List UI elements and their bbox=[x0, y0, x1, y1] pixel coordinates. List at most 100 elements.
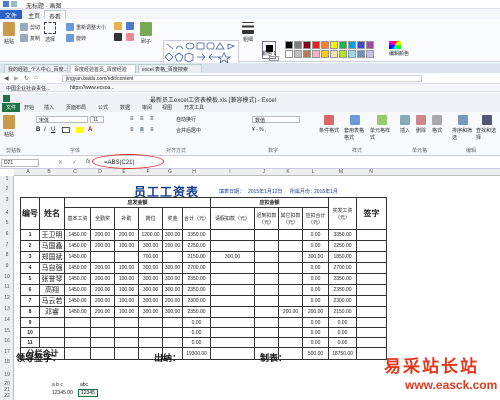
cell-att[interactable] bbox=[90, 251, 115, 263]
align-right-icon[interactable]: ≡ bbox=[150, 127, 154, 133]
column-header[interactable]: M bbox=[326, 169, 356, 175]
cell-att[interactable]: 200.00 bbox=[90, 295, 115, 307]
cell-sub[interactable]: 200.00 bbox=[114, 229, 139, 241]
row-header[interactable]: 5 bbox=[0, 220, 14, 226]
align-middle-icon[interactable]: ≡ bbox=[140, 116, 144, 122]
cell-basic[interactable] bbox=[64, 327, 91, 338]
cell-leave[interactable] bbox=[210, 262, 256, 274]
subtotal-cell[interactable] bbox=[210, 347, 256, 360]
cell-late[interactable] bbox=[254, 240, 280, 252]
cell-dtotal[interactable]: 0.00 bbox=[302, 262, 330, 274]
fill-tool[interactable] bbox=[126, 22, 134, 30]
cell-late[interactable] bbox=[254, 306, 280, 318]
cell-post[interactable]: 700.00 bbox=[138, 251, 163, 263]
cell-bonus[interactable]: 200.00 bbox=[162, 240, 183, 252]
excel-tab[interactable]: 开始 bbox=[24, 104, 34, 111]
cell-total[interactable]: 3350.00 bbox=[181, 229, 212, 241]
row-header[interactable]: 18 bbox=[0, 359, 14, 365]
name-box[interactable]: D21 bbox=[1, 159, 39, 167]
cell-late[interactable] bbox=[254, 229, 280, 241]
cell-no[interactable]: 11 bbox=[20, 337, 40, 348]
cell-other[interactable] bbox=[278, 273, 304, 285]
cell-late[interactable] bbox=[254, 284, 280, 296]
row-header[interactable]: 4 bbox=[0, 210, 14, 216]
cell-name[interactable]: 张誉琴 bbox=[39, 273, 65, 285]
cell-sub[interactable]: 100.00 bbox=[114, 273, 139, 285]
align-bottom-icon[interactable]: ≡ bbox=[150, 116, 154, 122]
cell-leave[interactable] bbox=[210, 306, 256, 318]
forward-icon[interactable]: ▶ bbox=[14, 75, 19, 82]
row-header[interactable]: 17 bbox=[0, 349, 14, 355]
cell-total[interactable]: 0.00 bbox=[181, 327, 212, 338]
cell-bonus[interactable] bbox=[162, 317, 183, 328]
cell-d21-selected[interactable]: 12345 bbox=[78, 389, 98, 397]
color-swatch[interactable] bbox=[321, 50, 329, 58]
cell-post[interactable]: 300.00 bbox=[138, 273, 163, 285]
subtotal-total[interactable]: 19300.00 bbox=[181, 347, 212, 360]
cell-late[interactable] bbox=[254, 317, 280, 328]
color-swatch[interactable] bbox=[294, 41, 302, 49]
column-header[interactable]: D bbox=[88, 169, 112, 175]
favorite-link-1[interactable]: 中国企业社会责任... bbox=[6, 85, 50, 92]
row-header[interactable]: 22 bbox=[0, 393, 14, 399]
excel-paste-button[interactable]: 粘贴 bbox=[3, 115, 15, 138]
cell-basic[interactable] bbox=[64, 337, 91, 348]
cell-leave[interactable] bbox=[210, 327, 256, 338]
cell-no[interactable]: 1 bbox=[20, 229, 40, 241]
row-header[interactable]: 12 bbox=[0, 295, 14, 301]
cell-post[interactable] bbox=[138, 317, 163, 328]
row-header[interactable]: 14 bbox=[0, 317, 14, 323]
cell-att[interactable]: 200.00 bbox=[90, 262, 115, 274]
paste-button[interactable]: 粘贴 bbox=[3, 22, 15, 45]
cell-att[interactable]: 200.00 bbox=[90, 306, 115, 318]
color-swatch[interactable] bbox=[357, 50, 365, 58]
cell-other[interactable] bbox=[278, 262, 304, 274]
merge-center-button[interactable]: 合并后居中 bbox=[176, 127, 201, 134]
cell-bonus[interactable] bbox=[162, 251, 183, 263]
cell-net[interactable]: 3350.00 bbox=[328, 229, 358, 241]
pencil-tool[interactable] bbox=[114, 22, 122, 30]
currency-icon[interactable]: ¥ - % , bbox=[252, 127, 266, 133]
excel-tab[interactable]: 数据 bbox=[120, 104, 130, 111]
color-swatch[interactable] bbox=[285, 41, 293, 49]
font-name-select[interactable]: 宋体 bbox=[36, 116, 88, 124]
cell-post[interactable]: 1200.00 bbox=[138, 229, 163, 241]
cell-sign[interactable] bbox=[356, 262, 388, 274]
cell-net[interactable]: 0.00 bbox=[328, 327, 358, 338]
cell-other[interactable] bbox=[278, 229, 304, 241]
cell-basic[interactable]: 1450.00 bbox=[64, 251, 91, 263]
cell-dtotal[interactable]: 0.00 bbox=[302, 295, 330, 307]
color-swatch[interactable] bbox=[285, 50, 293, 58]
color-swatch[interactable] bbox=[348, 41, 356, 49]
cell-net[interactable]: 2700.00 bbox=[328, 262, 358, 274]
cell-net[interactable]: 1850.00 bbox=[328, 251, 358, 263]
refresh-icon[interactable]: ↻ bbox=[24, 75, 29, 82]
row-header[interactable]: 3 bbox=[0, 197, 14, 203]
number-format-select[interactable]: 数值 bbox=[252, 116, 300, 124]
cell-att[interactable] bbox=[90, 337, 115, 348]
column-header[interactable]: B bbox=[36, 169, 62, 175]
save-icon[interactable] bbox=[3, 1, 9, 7]
cell-dtotal[interactable]: 0.00 bbox=[302, 337, 330, 348]
select-button[interactable]: 选择 bbox=[44, 22, 56, 43]
resize-button[interactable]: 重新调整大小 bbox=[66, 23, 106, 31]
cell-other[interactable] bbox=[278, 240, 304, 252]
cell-no[interactable]: 8 bbox=[20, 306, 40, 318]
cell-sign[interactable] bbox=[356, 317, 388, 328]
cell-post[interactable]: 300.00 bbox=[138, 284, 163, 296]
cell-bonus[interactable]: 300.00 bbox=[162, 262, 183, 274]
paint-tab-file[interactable]: 文件 bbox=[0, 10, 22, 20]
cell-other[interactable] bbox=[278, 284, 304, 296]
cell-bonus[interactable]: 200.00 bbox=[162, 295, 183, 307]
sort-filter-button[interactable]: 排序和筛选 bbox=[452, 115, 474, 141]
cell-late[interactable] bbox=[254, 295, 280, 307]
column-header[interactable]: E bbox=[112, 169, 136, 175]
delete-cells-button[interactable]: 删除 bbox=[414, 115, 428, 134]
column-header[interactable]: H bbox=[180, 169, 208, 175]
cell-sub[interactable]: 100.00 bbox=[114, 284, 139, 296]
cell-att[interactable]: 200.00 bbox=[90, 229, 115, 241]
align-left-icon[interactable]: ≡ bbox=[130, 127, 134, 133]
cell-sub[interactable] bbox=[114, 251, 139, 263]
cell-no[interactable]: 3 bbox=[20, 251, 40, 263]
underline-button[interactable]: U bbox=[51, 127, 55, 133]
